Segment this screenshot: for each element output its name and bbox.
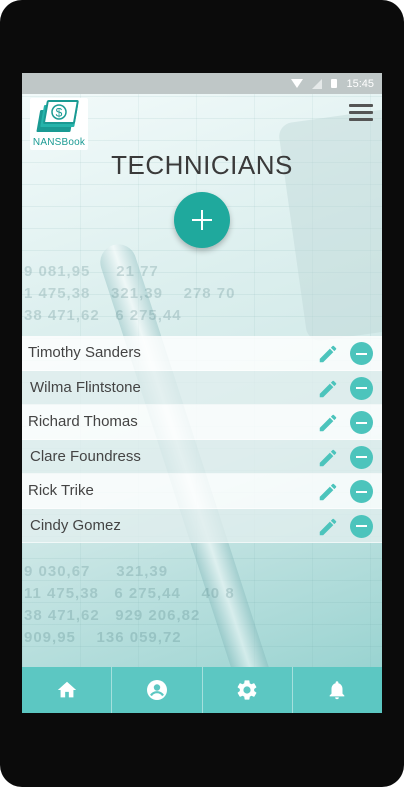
account-icon — [146, 680, 167, 700]
background-ledger-text: 9 030,67 321,39 — [24, 563, 169, 580]
bottom-nav — [22, 667, 382, 713]
background-calculator — [277, 103, 382, 343]
list-item[interactable]: Richard Thomas — [22, 405, 382, 440]
app-screen: 9 081,95 21 77 1 475,38 321,39 278 70 38… — [22, 73, 382, 713]
logo-text: NANSBook — [32, 137, 86, 148]
nav-notifications[interactable] — [293, 667, 382, 713]
background-ledger-text: 38 471,62 929 206,82 — [24, 607, 201, 624]
background-ledger-text: 38 471,62 6 275,44 — [24, 307, 182, 324]
status-bar: 15:45 — [22, 73, 382, 94]
technician-list: Timothy Sanders Wilma Flintstone Richard… — [22, 336, 382, 543]
edit-icon[interactable] — [317, 378, 339, 400]
signal-icon — [312, 78, 323, 89]
page-title: TECHNICIANS — [111, 150, 293, 180]
list-item[interactable]: Clare Foundress — [22, 439, 382, 474]
background-ledger-text: 909,95 136 059,72 — [24, 629, 182, 646]
edit-icon[interactable] — [317, 412, 339, 434]
background-ledger-text: 11 475,38 6 275,44 40 8 — [24, 585, 235, 602]
list-item[interactable]: Cindy Gomez — [22, 508, 382, 543]
edit-icon[interactable] — [317, 481, 339, 503]
nav-settings[interactable] — [203, 667, 293, 713]
menu-button[interactable] — [349, 104, 373, 122]
settings-icon — [237, 680, 257, 700]
notifications-icon — [330, 681, 345, 700]
edit-icon[interactable] — [317, 343, 339, 365]
add-technician-button[interactable] — [174, 192, 230, 248]
phone-frame: 9 081,95 21 77 1 475,38 321,39 278 70 38… — [0, 0, 404, 787]
app-logo: $ NANSBook — [30, 98, 88, 150]
remove-icon[interactable] — [350, 480, 373, 503]
wifi-icon — [291, 79, 304, 88]
remove-icon[interactable] — [350, 514, 373, 538]
battery-icon — [331, 79, 338, 88]
background-ledger-text: 9 081,95 21 77 — [24, 263, 159, 280]
list-item[interactable]: Wilma Flintstone — [22, 370, 382, 405]
nav-account[interactable] — [112, 667, 203, 713]
list-item[interactable]: Timothy Sanders — [22, 336, 382, 371]
edit-icon[interactable] — [317, 447, 339, 469]
nav-home[interactable] — [22, 667, 113, 713]
logo-symbol: $ — [56, 106, 63, 120]
money-stack-icon: $ — [36, 100, 79, 132]
home-icon — [57, 681, 76, 698]
remove-icon[interactable] — [350, 411, 373, 434]
remove-icon[interactable] — [350, 445, 373, 469]
status-time: 15:45 — [346, 77, 374, 90]
edit-icon[interactable] — [317, 516, 339, 538]
list-item[interactable]: Rick Trike — [22, 474, 382, 509]
remove-icon[interactable] — [350, 376, 373, 400]
remove-icon[interactable] — [350, 342, 373, 365]
background-ledger-text: 1 475,38 321,39 278 70 — [24, 285, 236, 302]
menu-icon — [349, 104, 373, 107]
